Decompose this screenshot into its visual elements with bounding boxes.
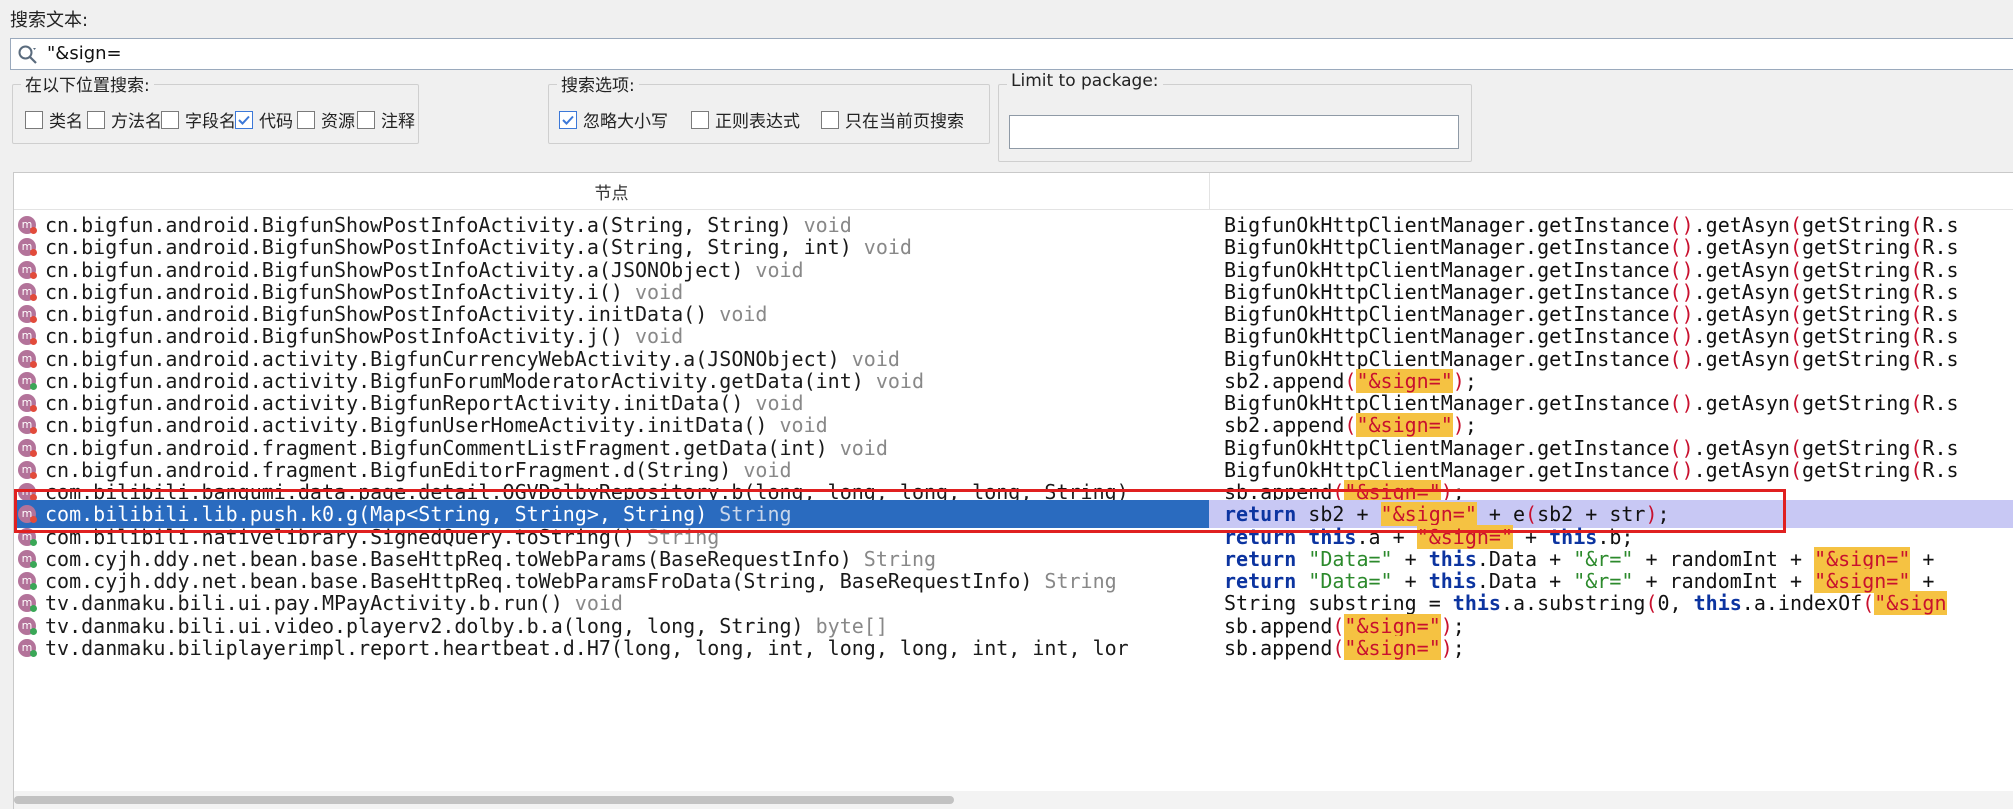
search-location-legend: 在以下位置搜索: xyxy=(21,71,154,96)
code-snippet: sb.append("&sign="); xyxy=(1224,635,1465,660)
checkbox-regex[interactable]: 正则表达式 xyxy=(691,107,800,132)
selection-highlight-box xyxy=(14,489,1786,534)
checkbox-current-page[interactable]: 只在当前页搜索 xyxy=(821,107,964,132)
checkbox-label: 方法名 xyxy=(111,112,162,132)
package-input[interactable] xyxy=(1009,115,1459,149)
search-icon[interactable] xyxy=(17,44,39,66)
checkbox-class-name[interactable]: 类名 xyxy=(25,107,83,132)
checkbox-box[interactable] xyxy=(235,110,253,129)
checkbox-label: 注释 xyxy=(381,112,415,132)
search-input-value: "&sign= xyxy=(47,43,122,64)
checkbox-box[interactable] xyxy=(691,110,709,129)
checkbox-label: 正则表达式 xyxy=(715,112,800,132)
checkbox-box[interactable] xyxy=(357,110,375,129)
horizontal-scrollbar[interactable] xyxy=(14,791,2013,809)
checkbox-label: 代码 xyxy=(259,112,293,132)
scrollbar-thumb[interactable] xyxy=(14,796,954,804)
checkbox-label: 类名 xyxy=(49,112,83,132)
checkbox-label: 资源 xyxy=(321,112,355,132)
checkbox-box[interactable] xyxy=(87,110,105,129)
search-text-label: 搜索文本: xyxy=(10,10,89,31)
checkbox-field-name[interactable]: 字段名 xyxy=(161,107,236,132)
access-dot-icon xyxy=(30,649,37,657)
checkbox-box[interactable] xyxy=(297,110,315,129)
checkbox-label: 只在当前页搜索 xyxy=(845,112,964,132)
node-cell[interactable]: m tv.danmaku.biliplayerimpl.report.heartb… xyxy=(14,634,1209,662)
package-limit-legend: Limit to package: xyxy=(1007,71,1163,91)
checkbox-box[interactable] xyxy=(821,110,839,129)
checkbox-box[interactable] xyxy=(559,110,577,129)
package-limit-group: Limit to package: xyxy=(998,71,1472,162)
search-input[interactable]: "&sign= xyxy=(10,38,2013,70)
checkbox-box[interactable] xyxy=(25,110,43,129)
checkbox-resource[interactable]: 资源 xyxy=(297,107,355,132)
table-row[interactable]: m tv.danmaku.biliplayerimpl.report.heartb… xyxy=(14,634,2013,662)
search-options-group: 搜索选项: 忽略大小写 正则表达式 只在当前页搜索 xyxy=(548,71,990,144)
table-header: 节点 xyxy=(14,173,2013,210)
search-location-group: 在以下位置搜索: 类名 方法名 字段名 代码 资源 注释 xyxy=(12,71,419,144)
column-header-node[interactable]: 节点 xyxy=(14,173,1210,209)
results-table: 节点 m cn.bigfun.android.BigfunShowPostInfo… xyxy=(13,172,2013,809)
method-signature: tv.danmaku.biliplayerimpl.report.heartbe… xyxy=(45,635,1129,660)
checkbox-box[interactable] xyxy=(161,110,179,129)
checkbox-check-icon xyxy=(238,115,250,125)
checkbox-ignore-case[interactable]: 忽略大小写 xyxy=(559,107,668,132)
checkbox-comment[interactable]: 注释 xyxy=(357,107,415,132)
checkbox-label: 忽略大小写 xyxy=(583,112,668,132)
checkbox-check-icon xyxy=(562,115,574,125)
checkbox-method-name[interactable]: 方法名 xyxy=(87,107,162,132)
checkbox-label: 字段名 xyxy=(185,112,236,132)
search-options-legend: 搜索选项: xyxy=(557,71,639,96)
checkbox-code[interactable]: 代码 xyxy=(235,107,293,132)
